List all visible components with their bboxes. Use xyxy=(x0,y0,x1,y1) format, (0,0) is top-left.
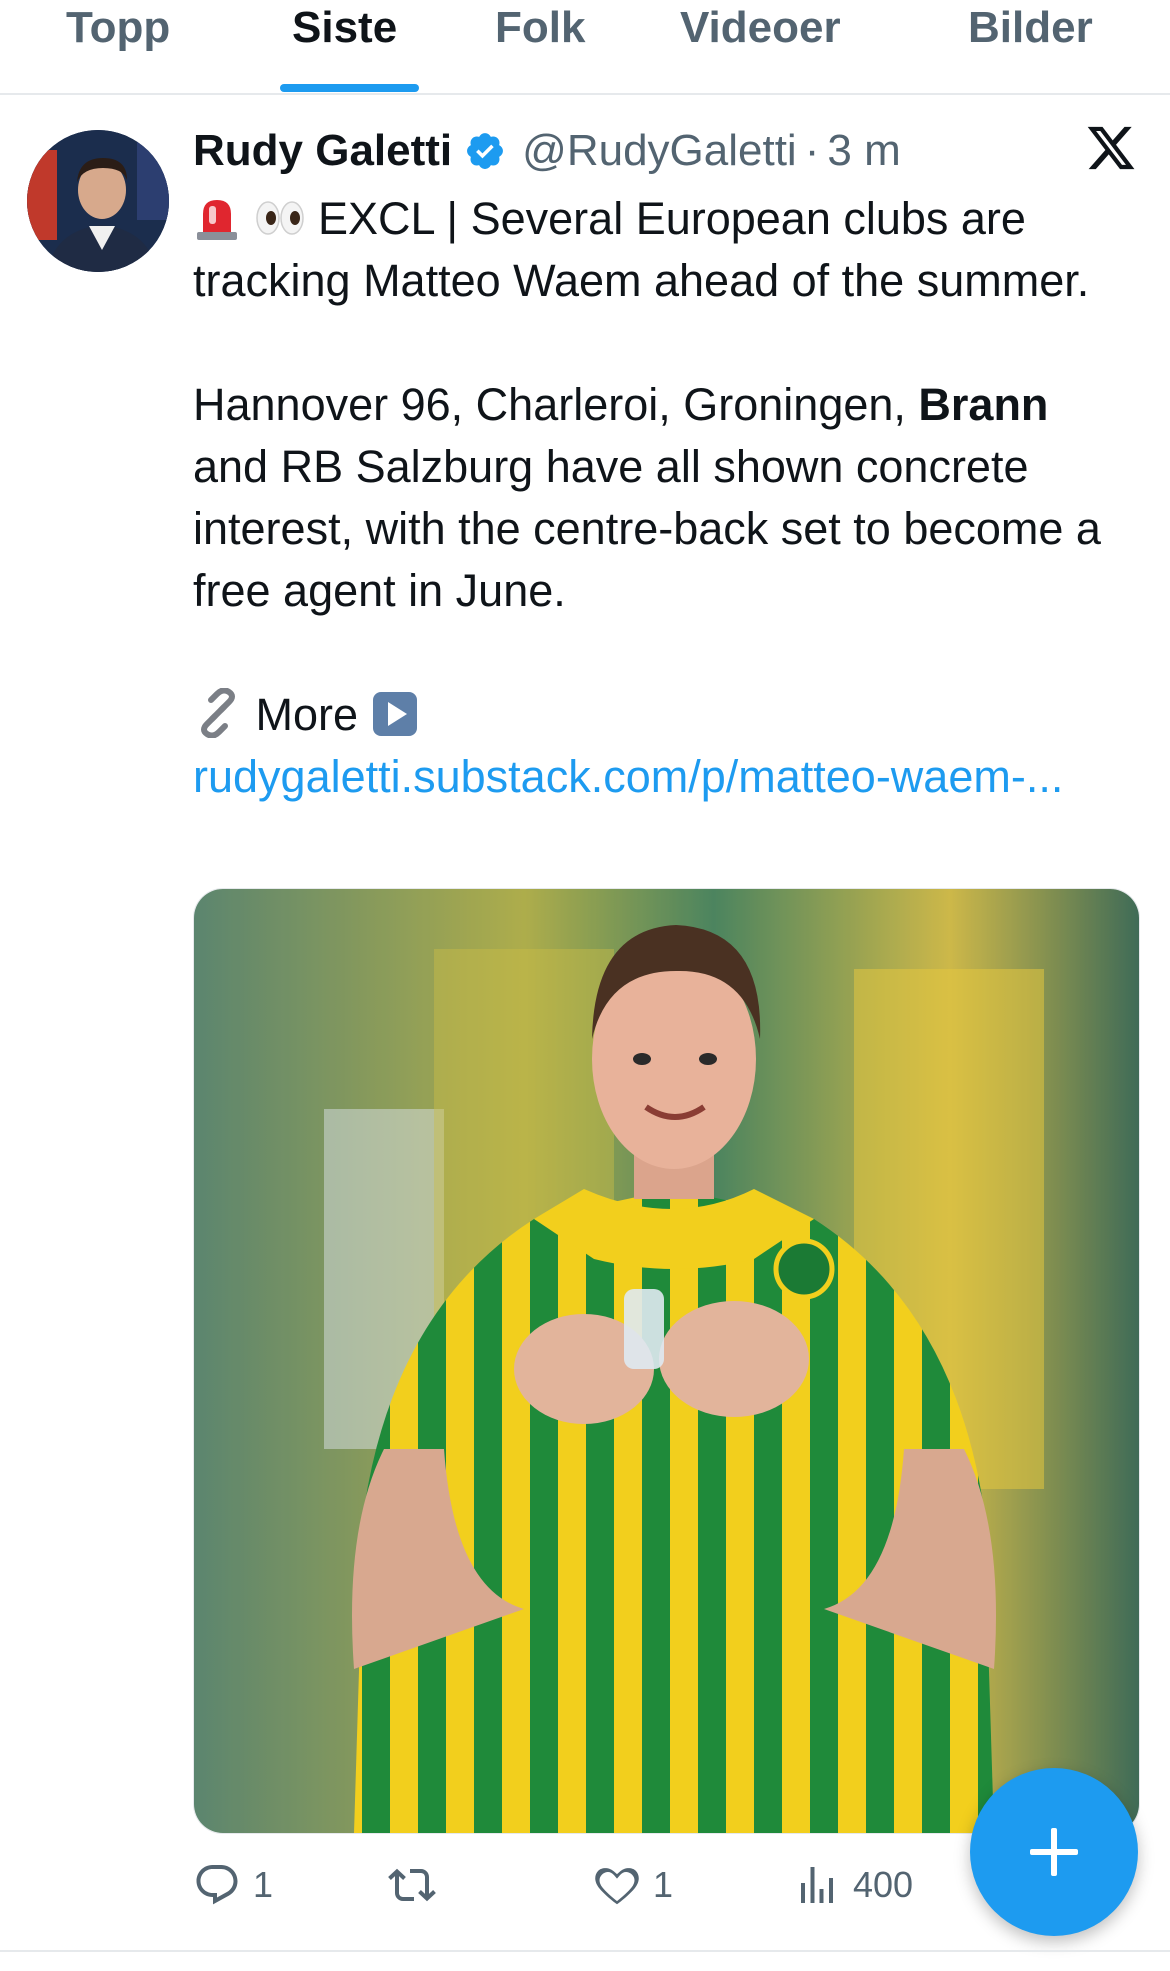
tweet-media-image[interactable] xyxy=(193,888,1140,1834)
tweet-paragraph-2: Hannover 96, Charleroi, Groningen, Brann… xyxy=(193,374,1123,622)
tab-latest[interactable]: Siste xyxy=(292,0,397,60)
tab-videos[interactable]: Videoer xyxy=(680,0,841,60)
verified-badge-icon xyxy=(467,133,504,169)
like-count: 1 xyxy=(653,1864,674,1905)
tweet-line-2-pre: Hannover 96, Charleroi, Groningen, xyxy=(193,379,919,430)
tab-images[interactable]: Bilder xyxy=(968,0,1093,60)
tab-top[interactable]: Topp xyxy=(66,0,170,60)
play-button-icon xyxy=(372,692,417,736)
author-name[interactable]: Rudy Galetti xyxy=(193,126,452,176)
compose-button[interactable] xyxy=(970,1768,1138,1936)
tweet-time[interactable]: 3 m xyxy=(827,126,900,176)
tweet-line-2-post: and RB Salzburg have all shown concrete … xyxy=(193,441,1101,616)
views-chart-icon xyxy=(801,1867,833,1903)
more-label: More xyxy=(255,689,359,740)
plus-icon xyxy=(1030,1828,1078,1876)
header-separator: · xyxy=(804,126,820,175)
eyes-icon xyxy=(255,201,304,235)
bottom-divider xyxy=(0,1950,1170,1952)
rotating-light-icon xyxy=(197,200,237,240)
search-tabs: Topp Siste Folk Videoer Bilder xyxy=(0,0,1170,95)
active-tab-indicator xyxy=(280,84,419,92)
tweet-paragraph-3: More rudygaletti.substack.com/p/matteo-w… xyxy=(193,684,1123,808)
tweet-header: Rudy Galetti @RudyGaletti · 3 m xyxy=(193,120,901,182)
tab-people[interactable]: Folk xyxy=(495,0,585,60)
author-handle[interactable]: @RudyGaletti xyxy=(522,126,797,176)
avatar-image xyxy=(27,130,169,272)
views-button[interactable]: 400 xyxy=(793,1855,913,1915)
like-button[interactable]: 1 xyxy=(593,1855,673,1915)
tweet-line-2-bold: Brann xyxy=(918,379,1049,430)
player-photo xyxy=(194,889,1139,1833)
views-count: 400 xyxy=(853,1864,914,1905)
reply-button[interactable]: 1 xyxy=(193,1855,273,1915)
tweet-line-1: EXCL | Several European clubs are tracki… xyxy=(193,193,1090,306)
tweet-text: EXCL | Several European clubs are tracki… xyxy=(193,188,1123,808)
reply-icon xyxy=(196,1865,238,1905)
x-logo-icon xyxy=(1087,126,1135,170)
repost-button[interactable] xyxy=(388,1855,448,1915)
tweet-paragraph-1: EXCL | Several European clubs are tracki… xyxy=(193,188,1123,312)
reply-count: 1 xyxy=(253,1864,274,1905)
link-icon xyxy=(201,688,235,738)
repost-icon xyxy=(388,1868,436,1902)
heart-icon xyxy=(595,1868,639,1905)
avatar[interactable] xyxy=(27,130,169,272)
article-link[interactable]: rudygaletti.substack.com/p/matteo-waem-.… xyxy=(193,751,1063,802)
